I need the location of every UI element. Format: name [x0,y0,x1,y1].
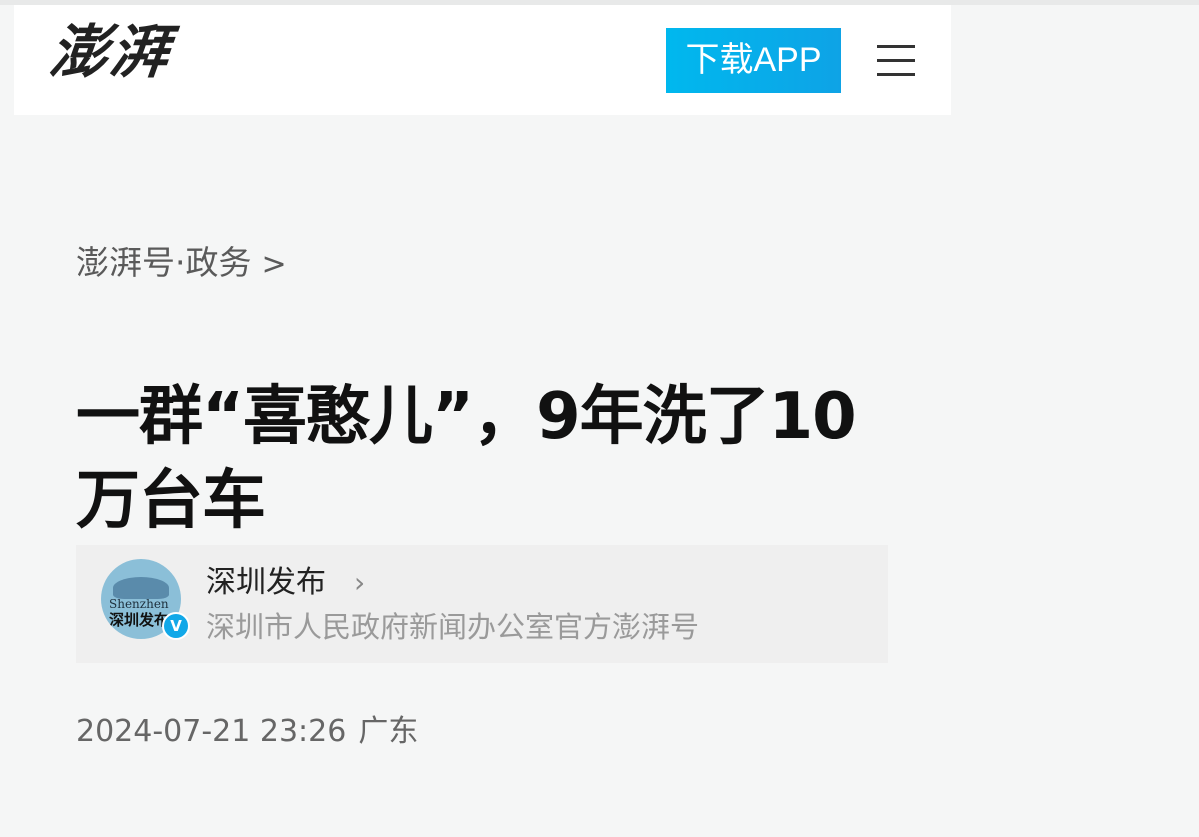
publish-location: 广东 [358,714,419,749]
article-title: 一群“喜憨儿”，9年洗了10万台车 [76,380,857,538]
chevron-right-icon: > [261,247,287,282]
site-header: 澎湃 下载APP [14,5,951,115]
site-logo[interactable]: 澎湃 [46,18,173,86]
download-app-button[interactable]: 下载APP [666,28,841,93]
verified-badge-icon: V [162,612,190,640]
author-card[interactable]: Shenzhen 深圳发布 V 深圳发布 › 深圳市人民政府新闻办公室官方澎湃号 [76,545,888,663]
breadcrumb[interactable]: 澎湃号·政务 > [76,240,287,288]
article-meta: 2024-07-21 23:26 广东 [76,710,418,754]
chevron-right-icon[interactable]: › [354,563,365,603]
publish-date: 2024-07-21 23:26 [76,714,347,749]
author-name[interactable]: 深圳发布 [206,563,326,603]
breadcrumb-label[interactable]: 澎湃号·政务 [76,243,252,282]
hamburger-menu-icon[interactable] [877,41,915,79]
avatar-text-cn: 深圳发布 [109,611,170,629]
author-description: 深圳市人民政府新闻办公室官方澎湃号 [206,610,700,644]
avatar-wave-graphic [113,577,169,599]
